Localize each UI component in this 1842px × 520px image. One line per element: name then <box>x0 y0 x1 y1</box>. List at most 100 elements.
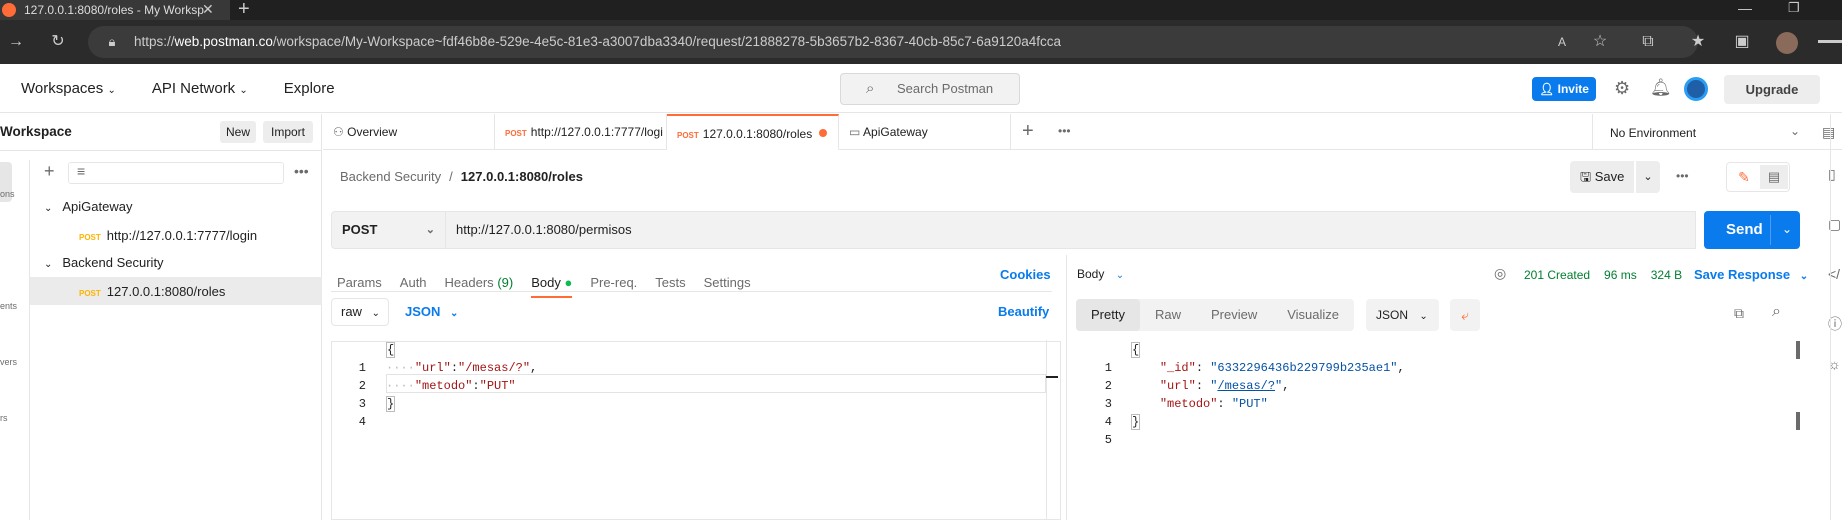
profile-avatar[interactable] <box>1776 32 1798 54</box>
tree-folder-apigateway[interactable]: ⌄ ApiGateway <box>44 199 132 214</box>
chevron-down-icon[interactable]: ⌄ <box>1790 124 1800 138</box>
response-scrollbar-top[interactable] <box>1796 341 1800 359</box>
request-json-code[interactable]: {····"url":"/mesas/?", ····"metodo":"PUT"… <box>386 341 537 413</box>
upgrade-button[interactable]: Upgrade <box>1724 75 1820 104</box>
chevron-down-icon: ⌄ <box>1115 270 1125 281</box>
globe-icon[interactable]: ◎ <box>1494 265 1506 282</box>
view-raw[interactable]: Raw <box>1140 299 1196 331</box>
method-select[interactable]: POST ⌄ <box>331 211 446 249</box>
import-button[interactable]: Import <box>263 121 313 143</box>
subtab-headers[interactable]: Headers (9) <box>445 275 514 290</box>
view-pretty[interactable]: Pretty <box>1076 299 1140 331</box>
body-label: Body <box>531 275 561 290</box>
new-tab-icon[interactable]: + <box>238 0 250 21</box>
view-visualize[interactable]: Visualize <box>1272 299 1354 331</box>
subtab-auth[interactable]: Auth <box>400 275 427 290</box>
search-icon[interactable]: ⌕ <box>1772 303 1781 321</box>
nav-workspaces-label: Workspaces <box>21 80 104 97</box>
response-time[interactable]: 96 ms <box>1604 268 1637 282</box>
notifications-bell-icon[interactable]: 🔔︎ <box>1650 78 1672 98</box>
rail-label-environments[interactable]: ents <box>0 301 17 311</box>
read-aloud-icon[interactable]: A <box>1550 30 1574 54</box>
subtab-settings[interactable]: Settings <box>704 275 751 290</box>
response-size[interactable]: 324 B <box>1651 268 1682 282</box>
settings-gear-icon[interactable]: ⚙ <box>1614 78 1630 99</box>
response-body-select[interactable]: Body ⌄ <box>1077 267 1124 281</box>
browser-menu-icon[interactable] <box>1818 40 1842 43</box>
unsaved-dot <box>819 129 827 137</box>
rail-label-collections[interactable]: ons <box>0 189 15 199</box>
line-number: 1 <box>358 361 366 375</box>
tab-label: 127.0.0.1:8080/roles <box>702 127 813 141</box>
response-json-code[interactable]: { "_id": "6332296436b229799b235ae1", "ur… <box>1131 341 1405 431</box>
rail-label-monitors[interactable]: rs <box>0 413 8 423</box>
chevron-down-icon: ⌄ <box>44 203 53 214</box>
tab-login[interactable]: POST http://127.0.0.1:7777/logi <box>495 114 667 150</box>
chevron-down-icon[interactable]: ⌄ <box>1782 222 1792 236</box>
nav-explore[interactable]: Explore <box>284 80 335 97</box>
wrap-lines-icon[interactable]: ⤶ <box>1450 299 1480 331</box>
save-button[interactable]: 🖫︎ Save <box>1570 161 1634 193</box>
save-dropdown[interactable]: ⌄ <box>1636 161 1660 193</box>
response-divider <box>1066 255 1067 520</box>
view-preview[interactable]: Preview <box>1196 299 1272 331</box>
more-actions-icon[interactable]: ••• <box>1676 169 1689 183</box>
tree-request-roles[interactable]: POST 127.0.0.1:8080/roles <box>79 284 225 299</box>
invite-button[interactable]: 👤︎ Invite <box>1532 77 1596 101</box>
breadcrumb-parent[interactable]: Backend Security <box>340 169 441 184</box>
subtab-tests[interactable]: Tests <box>655 275 685 290</box>
filter-input[interactable] <box>68 162 284 184</box>
minimize-icon[interactable]: — <box>1738 0 1752 16</box>
cookies-link[interactable]: Cookies <box>1000 267 1051 282</box>
lock-icon[interactable]: 🔒︎ <box>100 30 124 54</box>
breadcrumb-current[interactable]: 127.0.0.1:8080/roles <box>461 169 583 184</box>
copy-icon[interactable]: ⧉ <box>1734 305 1744 322</box>
collections-icon[interactable]: ▣ <box>1730 30 1754 54</box>
rail-label-servers[interactable]: vers <box>0 357 17 367</box>
address-bar[interactable]: https://web.postman.co/workspace/My-Work… <box>88 26 1698 58</box>
subtab-params[interactable]: Params <box>337 275 382 290</box>
response-format-select[interactable]: JSON ⌄ <box>1366 299 1439 331</box>
subtab-body[interactable]: Body ● <box>531 275 573 298</box>
method-label: POST <box>342 222 378 237</box>
status-code[interactable]: 201 Created <box>1524 268 1590 282</box>
new-request-tab-icon[interactable]: + <box>1022 120 1034 143</box>
tab-overview[interactable]: ⚇ Overview <box>323 114 495 150</box>
favorite-add-icon[interactable]: ☆ <box>1588 30 1612 54</box>
favorites-icon[interactable]: ★ <box>1686 30 1710 54</box>
tab-apigateway[interactable]: ▭ ApiGateway <box>839 114 1011 150</box>
tab-roles[interactable]: POST 127.0.0.1:8080/roles <box>667 114 839 150</box>
comment-icon[interactable]: ▤ <box>1760 165 1788 189</box>
forward-icon[interactable]: → <box>4 30 28 54</box>
save-label: Save <box>1594 169 1625 184</box>
more-options-icon[interactable]: ••• <box>294 163 309 179</box>
restore-icon[interactable]: ❐ <box>1788 0 1800 16</box>
extensions-icon[interactable]: ⧉ <box>1636 30 1660 54</box>
browser-tab[interactable]: 127.0.0.1:8080/roles - My Worksp <box>0 0 230 20</box>
user-avatar[interactable] <box>1684 77 1708 101</box>
nav-workspaces[interactable]: Workspaces ⌄ <box>21 80 116 97</box>
close-tab-icon[interactable]: ✕ <box>202 1 214 18</box>
request-label: 127.0.0.1:8080/roles <box>106 284 226 299</box>
save-response-button[interactable]: Save Response ⌄ <box>1694 267 1808 282</box>
editor-scrollbar[interactable] <box>1046 340 1060 520</box>
body-mode-select[interactable]: raw ⌄ <box>331 298 389 326</box>
edit-pencil-icon[interactable]: ✎ <box>1730 165 1758 189</box>
response-scrollbar-thumb[interactable] <box>1796 412 1800 430</box>
beautify-link[interactable]: Beautify <box>998 304 1049 319</box>
tab-label: http://127.0.0.1:7777/logi <box>530 125 663 139</box>
request-url-input[interactable]: http://127.0.0.1:8080/permisos <box>446 211 1696 249</box>
new-button[interactable]: New <box>220 121 256 143</box>
body-language-select[interactable]: JSON ⌄ <box>405 304 458 319</box>
nav-api-network[interactable]: API Network ⌄ <box>152 80 248 97</box>
add-icon[interactable]: + <box>44 161 55 182</box>
more-tabs-icon[interactable]: ••• <box>1058 124 1071 138</box>
subtab-prereq[interactable]: Pre-req. <box>590 275 637 290</box>
environment-select[interactable]: No Environment <box>1610 126 1696 140</box>
chevron-down-icon: ⌄ <box>425 224 435 236</box>
line-number: 1 <box>1104 361 1112 375</box>
postman-favicon-icon <box>2 3 16 17</box>
reload-icon[interactable]: ↻ <box>46 30 70 54</box>
tree-request-login[interactable]: POST http://127.0.0.1:7777/login <box>79 228 257 243</box>
tree-folder-backend-security[interactable]: ⌄ Backend Security <box>44 255 164 270</box>
